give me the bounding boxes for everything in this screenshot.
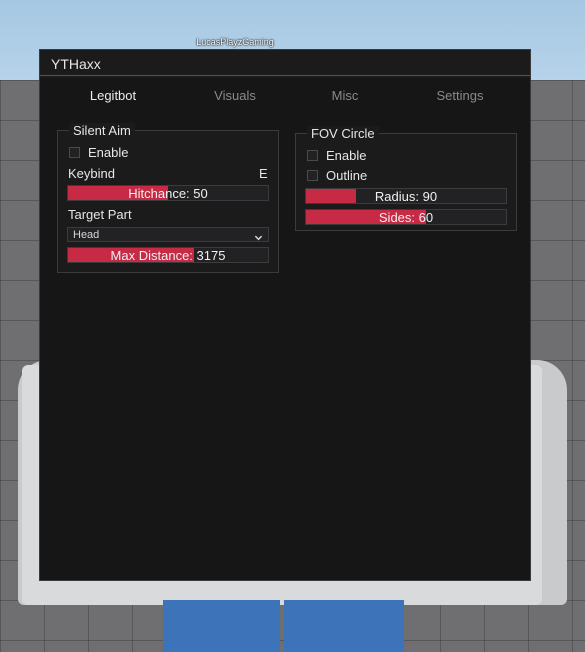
hitchance-slider-label: Hitchance: 50 — [128, 186, 208, 201]
target-part-value: Head — [73, 229, 100, 241]
fov-circle-title: FOV Circle — [307, 126, 379, 141]
keybind-value[interactable]: E — [259, 166, 268, 181]
keybind-label: Keybind — [68, 166, 115, 181]
hitchance-slider[interactable]: Hitchance: 50 — [67, 185, 269, 201]
window-title: YTHaxx — [51, 56, 101, 72]
tab-visuals[interactable]: Visuals — [180, 88, 290, 103]
radius-slider-label: Radius: 90 — [374, 189, 438, 204]
fov-circle-group: FOV Circle Enable Outline Radius: 90 Sid… — [295, 126, 517, 231]
radius-slider[interactable]: Radius: 90 — [305, 188, 507, 204]
tab-legitbot[interactable]: Legitbot — [58, 88, 168, 103]
character-left-leg — [163, 600, 280, 652]
window-body: Legitbot Visuals Misc Settings Silent Ai… — [40, 78, 530, 580]
window-titlebar[interactable]: YTHaxx — [40, 50, 530, 76]
silent-aim-group: Silent Aim Enable Keybind E Hitchance: 5… — [57, 123, 279, 273]
silent-aim-title: Silent Aim — [69, 123, 135, 138]
tab-misc[interactable]: Misc — [290, 88, 400, 103]
target-part-label: Target Part — [68, 207, 132, 222]
sides-slider-label: Sides: 60 — [378, 210, 434, 225]
cheat-window: YTHaxx Legitbot Visuals Misc Settings Si… — [39, 49, 531, 581]
character-right-leg — [284, 600, 404, 652]
fov-outline-label[interactable]: Outline — [326, 168, 367, 183]
tab-settings[interactable]: Settings — [405, 88, 515, 103]
fov-enable-label[interactable]: Enable — [326, 148, 366, 163]
chevron-down-icon — [254, 229, 263, 247]
fov-enable-checkbox[interactable] — [307, 150, 318, 161]
silent-aim-enable-checkbox[interactable] — [69, 147, 80, 158]
sides-slider[interactable]: Sides: 60 — [305, 209, 507, 225]
max-distance-slider-label: Max Distance: 3175 — [110, 248, 226, 263]
fov-outline-checkbox[interactable] — [307, 170, 318, 181]
player-name-tag: LucasPlayzGaming — [196, 37, 274, 47]
silent-aim-enable-label[interactable]: Enable — [88, 145, 128, 160]
max-distance-slider[interactable]: Max Distance: 3175 — [67, 247, 269, 263]
tab-bar: Legitbot Visuals Misc Settings — [40, 88, 530, 108]
target-part-dropdown[interactable]: Head — [67, 227, 269, 242]
